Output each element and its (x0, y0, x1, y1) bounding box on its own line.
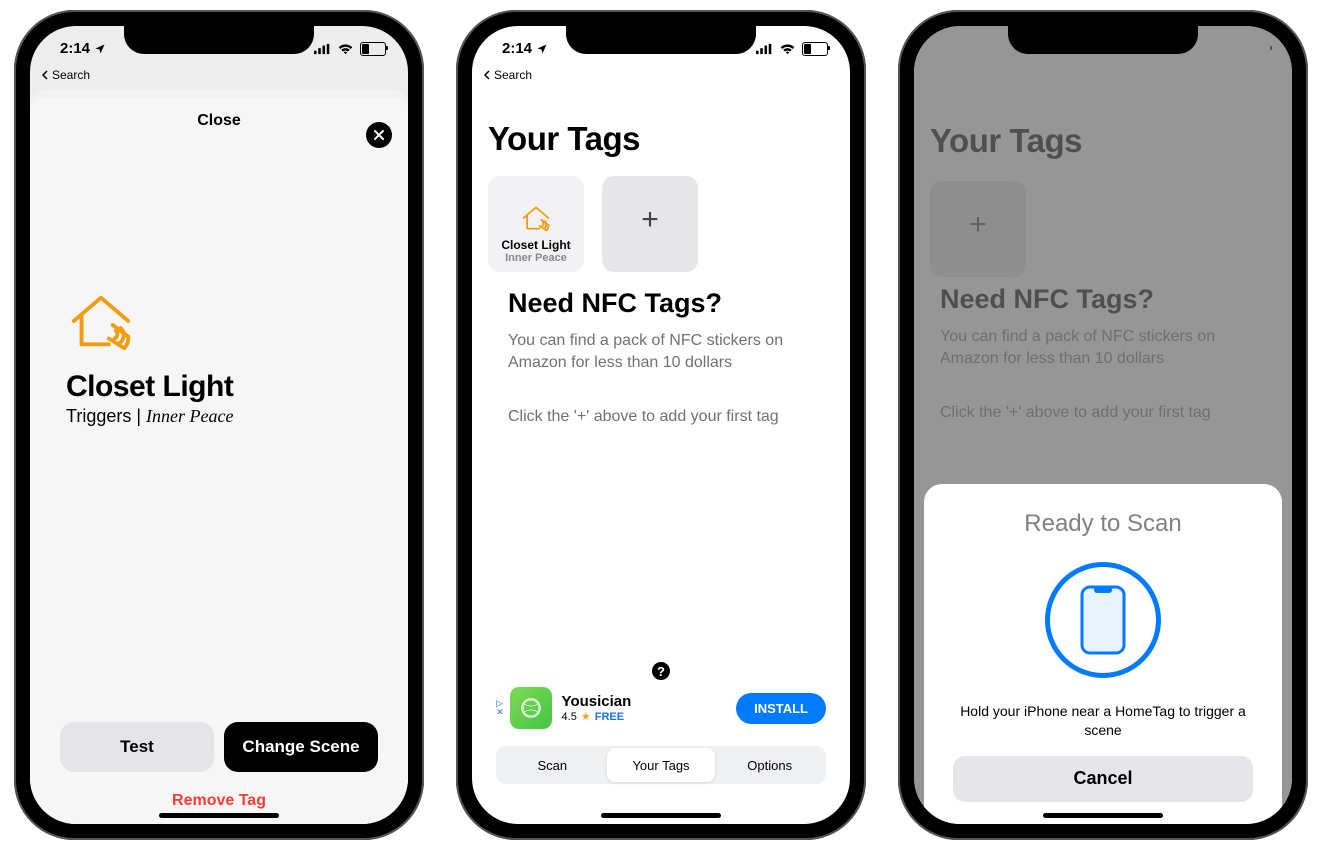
status-time: 2:14 (502, 40, 532, 57)
notch (566, 26, 756, 54)
phone-closet-light: 2:14 Search Close (14, 10, 424, 840)
back-label: Search (494, 68, 532, 82)
tile-title: Closet Light (501, 238, 570, 252)
ad-banner[interactable]: ▷ ✕ Yousician 4.5★FREE INSTALL (496, 684, 826, 732)
back-to-search-link[interactable]: Search (482, 68, 532, 82)
star-icon: ★ (581, 710, 591, 723)
install-button[interactable]: INSTALL (736, 693, 826, 724)
need-tags-paragraph-2: Click the '+' above to add your first ta… (508, 406, 814, 428)
battery-icon (360, 42, 386, 56)
scan-hint: Hold your iPhone near a HomeTag to trigg… (924, 702, 1282, 740)
location-arrow-icon (94, 43, 106, 55)
tab-options[interactable]: Options (715, 748, 824, 782)
notch (124, 26, 314, 54)
scan-phone-icon (1045, 562, 1161, 678)
tab-your-tags[interactable]: Your Tags (607, 748, 716, 782)
scan-sheet: Ready to Scan Hold your iPhone near a Ho… (924, 484, 1282, 824)
ad-app-icon (510, 687, 552, 729)
ad-app-name: Yousician (562, 693, 632, 710)
need-tags-heading: Need NFC Tags? (508, 288, 722, 319)
home-indicator[interactable] (1043, 813, 1163, 818)
back-label: Search (52, 68, 90, 82)
scene-name: Inner Peace (146, 406, 233, 426)
need-tags-paragraph-1: You can find a pack of NFC stickers on A… (508, 330, 814, 373)
phone-ready-to-scan: 7:13 Your Tags + Need NFC Tags? (898, 10, 1308, 840)
signal-icon (756, 43, 773, 55)
help-button[interactable]: ? (652, 662, 670, 680)
hometag-icon (66, 286, 136, 361)
status-time: 2:14 (60, 40, 90, 57)
signal-icon (314, 43, 331, 55)
home-indicator[interactable] (159, 813, 279, 818)
location-arrow-icon (536, 43, 548, 55)
home-indicator[interactable] (601, 813, 721, 818)
sheet-title: Close (30, 112, 408, 130)
battery-icon (802, 42, 828, 56)
plus-icon: + (641, 203, 659, 237)
wifi-icon (337, 43, 354, 55)
ad-close-icon[interactable]: ✕ (496, 708, 504, 717)
cancel-button[interactable]: Cancel (953, 756, 1253, 802)
ad-free-label: FREE (595, 711, 624, 723)
wifi-icon (779, 43, 796, 55)
remove-tag-button[interactable]: Remove Tag (30, 792, 408, 810)
back-to-search-link[interactable]: Search (40, 68, 90, 82)
test-button[interactable]: Test (60, 722, 214, 772)
ad-rating: 4.5 (562, 711, 577, 723)
page-title: Your Tags (488, 120, 640, 158)
segmented-control: Scan Your Tags Options (496, 746, 826, 784)
scan-sheet-title: Ready to Scan (1024, 510, 1181, 538)
notch (1008, 26, 1198, 54)
change-scene-button[interactable]: Change Scene (224, 722, 378, 772)
add-tag-button[interactable]: + (602, 176, 698, 272)
tab-scan[interactable]: Scan (498, 748, 607, 782)
tag-subtitle: Triggers | Inner Peace (66, 406, 233, 427)
close-button[interactable] (366, 122, 392, 148)
tile-subtitle: Inner Peace (505, 252, 567, 264)
phone-your-tags: 2:14 Search Your Tags Cl (456, 10, 866, 840)
triggers-label: Triggers | (66, 406, 146, 426)
tag-title: Closet Light (66, 370, 233, 404)
tag-tile-closet-light[interactable]: Closet Light Inner Peace (488, 176, 584, 272)
